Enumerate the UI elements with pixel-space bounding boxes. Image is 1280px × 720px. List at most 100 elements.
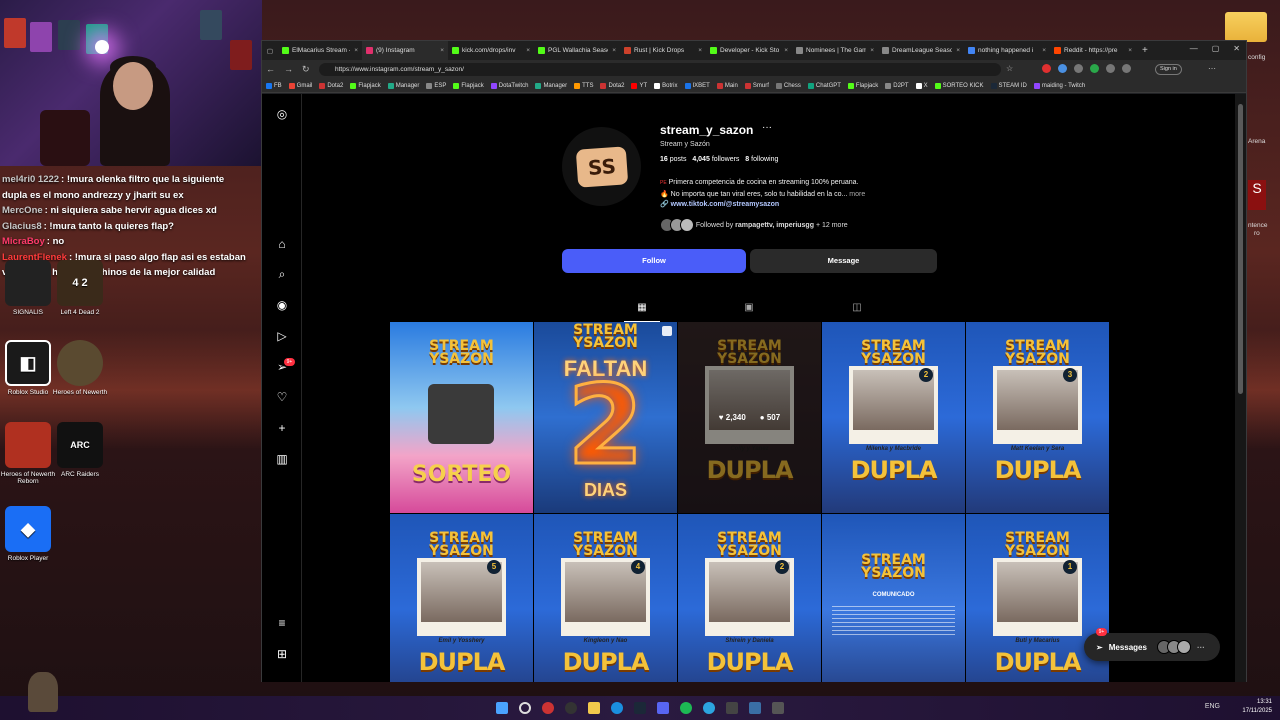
heroes-reborn-icon[interactable]: Heroes of Newerth Reborn (0, 422, 56, 485)
options-icon[interactable]: ··· (762, 122, 772, 133)
page-scrollbar[interactable] (1235, 94, 1246, 682)
bookmark-item[interactable]: Dota2 (600, 82, 624, 89)
tab-close-icon[interactable]: × (784, 47, 788, 54)
edge-icon[interactable] (611, 702, 623, 714)
bookmark-item[interactable]: Chess (775, 82, 801, 89)
profile-link[interactable]: 🔗 www.tiktok.com/@streamysazon (660, 200, 779, 208)
arc-raiders-icon[interactable]: ARC ARC Raiders (52, 422, 108, 478)
browser-tab[interactable]: ElMacarius Stream - × (278, 41, 362, 60)
telegram-icon[interactable] (703, 702, 715, 714)
obs-icon[interactable] (726, 702, 738, 714)
game-icon[interactable]: S (1248, 180, 1266, 210)
tab-close-icon[interactable]: × (698, 47, 702, 54)
post-tile[interactable]: STREAM YSAZON 2 Milenka y Macbride DUPLA (822, 322, 965, 513)
tab-close-icon[interactable]: × (612, 47, 616, 54)
url-field[interactable]: https://www.instagram.com/stream_y_sazon… (319, 63, 1001, 76)
spotify-icon[interactable] (680, 702, 692, 714)
browser-tab[interactable]: DreamLeague Seaso × (878, 41, 964, 60)
chrome-icon[interactable] (542, 702, 554, 714)
app-icon[interactable] (565, 702, 577, 714)
edge-dev-icon[interactable] (749, 702, 761, 714)
home-icon[interactable]: ⌂ (275, 237, 289, 251)
threads-icon[interactable]: ⊞ (275, 647, 289, 661)
browser-tab[interactable]: PGL Wallachia Seaso × (534, 41, 620, 60)
notifications-icon[interactable]: ♡ (275, 390, 289, 404)
browser-tab[interactable]: (9) Instagram × (362, 41, 448, 60)
bookmark-item[interactable]: Manager (387, 82, 419, 89)
messages-more-icon[interactable]: ··· (1197, 643, 1205, 652)
post-tile[interactable]: STREAM YSAZON 4 Kingleon y Nao DUPLA (534, 514, 677, 682)
close-icon[interactable]: ✕ (1233, 44, 1240, 53)
discord-icon[interactable] (657, 702, 669, 714)
bookmark-item[interactable]: Dota2 (319, 82, 343, 89)
bookmark-item[interactable]: IXBET (684, 82, 710, 89)
bookmark-item[interactable]: Manager (535, 82, 567, 89)
bookmark-item[interactable]: D2PT (885, 82, 909, 89)
bookmark-item[interactable]: Gmail (288, 82, 312, 89)
bookmark-item[interactable]: Main (716, 82, 738, 89)
bookmark-item[interactable]: Flapjack (350, 82, 381, 89)
followed-by[interactable]: Followed by rampagettv, imperiusgg + 12 … (660, 218, 848, 232)
minimize-icon[interactable]: — (1190, 44, 1198, 53)
bookmark-item[interactable]: Botrix (654, 82, 678, 89)
more-menu-icon[interactable]: ≡ (275, 616, 289, 630)
bookmark-item[interactable]: YT (631, 82, 647, 89)
messages-button[interactable]: ➢ Messages ··· (1084, 633, 1220, 661)
maximize-icon[interactable]: ▢ (1212, 44, 1220, 53)
tagged-tab-icon[interactable]: ◫ (851, 302, 863, 314)
reels-tab-icon[interactable]: ▣ (743, 302, 755, 314)
profile-avatar[interactable]: SS (562, 127, 641, 206)
tab-close-icon[interactable]: × (1042, 47, 1046, 54)
browser-tab[interactable]: Developer - Kick Sto × (706, 41, 792, 60)
bookmark-star-icon[interactable]: ☆ (1006, 64, 1013, 73)
follow-button[interactable]: Follow (562, 249, 746, 273)
bookmark-item[interactable]: ESP (426, 82, 446, 89)
tab-close-icon[interactable]: × (1128, 47, 1132, 54)
more-link[interactable]: more (849, 191, 865, 198)
forward-icon[interactable]: → (284, 64, 293, 74)
roblox-studio-icon[interactable]: ◧ Roblox Studio (0, 340, 56, 396)
new-tab-button[interactable]: + (1142, 45, 1148, 56)
post-tile[interactable]: STREAM YSAZON Colly y Yanez DUPLA ♥ 2,340 ● 5… (678, 322, 821, 513)
tab-close-icon[interactable]: × (440, 47, 444, 54)
clock[interactable]: 13:31 17/11/2025 (1242, 698, 1272, 716)
bookmark-item[interactable]: X (915, 82, 928, 89)
bookmark-item[interactable]: STEAM ID (990, 82, 1027, 89)
post-tile[interactable]: STREAM YSAZON 3 Matt Keelan y Sera DUPLA (966, 322, 1109, 513)
folder-icon[interactable] (1225, 12, 1267, 42)
bookmark-item[interactable]: FB (266, 82, 282, 89)
create-icon[interactable]: + (275, 421, 289, 435)
post-tile[interactable]: STREAM YSAZON 2 Shirein y Daniela DUPLA (678, 514, 821, 682)
file-explorer-icon[interactable] (588, 702, 600, 714)
tab-close-icon[interactable]: × (354, 47, 358, 54)
browser-tab[interactable]: Nominees | The Gam × (792, 41, 878, 60)
back-icon[interactable]: ← (266, 64, 275, 74)
tab-close-icon[interactable]: × (526, 47, 530, 54)
app2-icon[interactable] (772, 702, 784, 714)
steam-icon[interactable] (634, 702, 646, 714)
posts-grid-icon[interactable]: ▦ (636, 302, 648, 314)
bookmark-item[interactable]: maiding - Twitch (1033, 82, 1085, 89)
instagram-logo-icon[interactable]: ◎ (275, 107, 289, 121)
roblox-player-icon[interactable]: ◆ Roblox Player (0, 506, 56, 562)
bookmark-item[interactable]: TTS (574, 82, 593, 89)
post-tile[interactable]: STREAM YSAZON COMUNICADO (822, 514, 965, 682)
bookmark-item[interactable]: Flapjack (847, 82, 878, 89)
browser-tab[interactable]: Reddit - https://pre × (1050, 41, 1136, 60)
search-icon[interactable]: ⌕ (275, 267, 289, 281)
explore-icon[interactable]: ◉ (275, 298, 289, 312)
post-tile[interactable]: STREAM YSAZON 5 Emil y Yosshery DUPLA (390, 514, 533, 682)
bookmark-item[interactable]: ChatGPT (807, 82, 841, 89)
tab-close-icon[interactable]: × (870, 47, 874, 54)
search-taskbar-icon[interactable] (519, 702, 531, 714)
signalis-icon[interactable]: SIGNALIS (0, 260, 56, 316)
signin-button[interactable]: Sign in (1155, 64, 1182, 75)
dashboard-icon[interactable]: ▥ (275, 452, 289, 466)
tab-actions-icon[interactable]: ▢ (262, 47, 278, 55)
post-tile[interactable]: STREAM YSAZON FALTAN 2 DIAS (534, 322, 677, 513)
following-link[interactable]: 8 (745, 156, 749, 163)
browser-tab[interactable]: kick.com/drops/inv × (448, 41, 534, 60)
followers-link[interactable]: 4,045 (692, 156, 710, 163)
menu-icon[interactable]: ⋯ (1208, 64, 1216, 73)
browser-tab[interactable]: nothing happened i × (964, 41, 1050, 60)
